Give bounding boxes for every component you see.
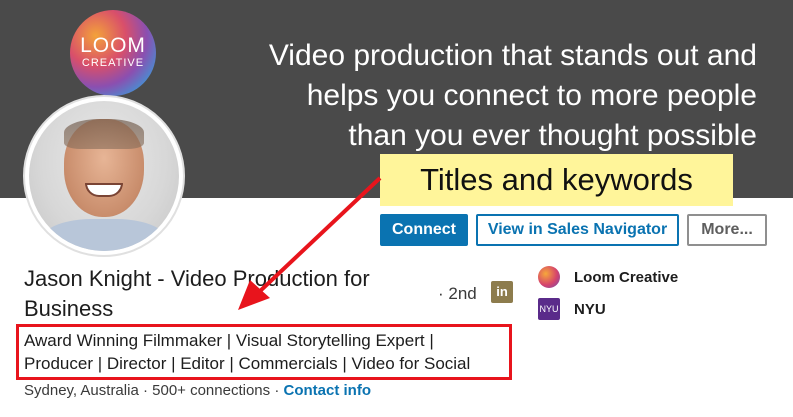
tagline-line: than you ever thought possible: [348, 119, 757, 152]
profile-avatar[interactable]: [23, 95, 185, 257]
tagline-line: helps you connect to more people: [306, 79, 757, 112]
tagline-line: Video production that stands out and: [268, 39, 757, 72]
org-item-nyu[interactable]: NYU NYU: [538, 297, 606, 321]
separator: ·: [274, 382, 284, 399]
logo-text-line1: LOOM: [80, 34, 146, 57]
org-label: Loom Creative: [574, 268, 679, 286]
headline-line: Producer | Director | Editor | Commercia…: [24, 354, 471, 373]
loom-creative-logo: LOOM CREATIVE: [70, 10, 156, 96]
logo-text-line2: CREATIVE: [81, 57, 145, 69]
more-button[interactable]: More...: [687, 214, 767, 246]
connection-degree: · 2nd: [438, 284, 477, 303]
avatar-photo: [29, 101, 179, 251]
connect-button[interactable]: Connect: [380, 214, 468, 246]
loom-logo-icon: [538, 266, 560, 288]
profile-name-line: Business: [24, 296, 114, 321]
view-in-sales-navigator-button[interactable]: View in Sales Navigator: [476, 214, 679, 246]
annotation-callout: Titles and keywords: [380, 154, 733, 206]
profile-name: Jason Knight - Video Production for Busi…: [24, 264, 434, 324]
org-label: NYU: [574, 300, 606, 318]
connections-count: 500+ connections: [152, 382, 271, 399]
location-row: Sydney, Australia · 500+ connections · C…: [24, 382, 371, 399]
headline-line: Award Winning Filmmaker | Visual Storyte…: [24, 331, 434, 350]
org-item-loom-creative[interactable]: Loom Creative: [538, 265, 678, 289]
profile-name-line: Jason Knight - Video Production for: [24, 266, 370, 291]
linkedin-icon: in: [491, 281, 513, 303]
contact-info-link[interactable]: Contact info: [284, 382, 372, 399]
separator: ·: [142, 382, 153, 399]
banner-tagline: Video production that stands out and hel…: [157, 36, 757, 156]
profile-headline: Award Winning Filmmaker | Visual Storyte…: [24, 329, 514, 375]
nyu-logo-icon: NYU: [538, 298, 560, 320]
location-text: Sydney, Australia: [24, 382, 139, 399]
